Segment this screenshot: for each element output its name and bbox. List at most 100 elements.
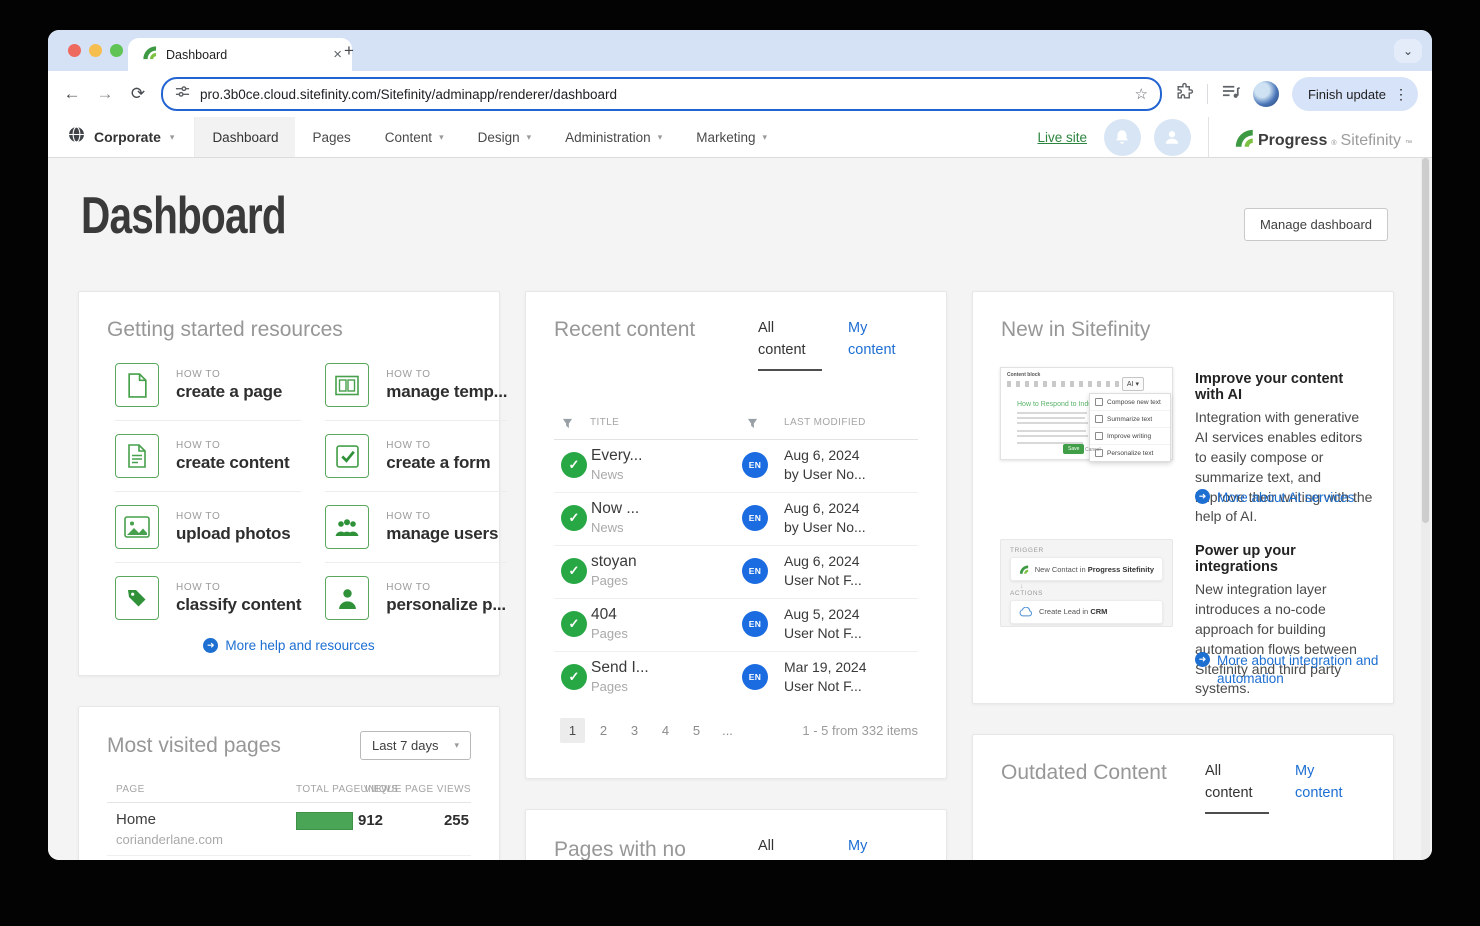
filter-icon[interactable] xyxy=(562,416,573,434)
chevron-down-icon: ▾ xyxy=(439,131,444,142)
extensions-puzzle-icon[interactable] xyxy=(1175,82,1194,106)
card-title: Pages with no SEO description xyxy=(554,838,686,860)
item-title[interactable]: Send I... xyxy=(591,659,649,677)
back-icon[interactable]: ← xyxy=(62,84,82,104)
howto-manage-templates[interactable]: HOW TO manage temp... xyxy=(325,350,507,421)
howto-create-content[interactable]: HOW TO create content xyxy=(115,421,302,492)
page-name[interactable]: Home xyxy=(116,811,156,828)
page-button-1[interactable]: 1 xyxy=(560,717,585,743)
howto-action: personalize p... xyxy=(386,594,506,614)
page-button-3[interactable]: 3 xyxy=(622,718,647,743)
howto-action: create a form xyxy=(386,452,491,472)
tab-close-icon[interactable]: × xyxy=(333,47,342,62)
page-button-5[interactable]: 5 xyxy=(684,718,709,743)
cloud-icon xyxy=(1019,606,1032,616)
nav-item-dashboard[interactable]: Dashboard xyxy=(195,117,296,157)
tab-my-content[interactable]: My content xyxy=(848,836,912,860)
nav-right-section: Live site Progress ® Sitefinity ™ xyxy=(1037,117,1432,157)
howto-upload-photos[interactable]: HOW TO upload photos xyxy=(115,492,302,563)
more-ai-services-link[interactable]: ➜ More about AI services xyxy=(1195,489,1380,507)
page-button-4[interactable]: 4 xyxy=(653,718,678,743)
logo-reg-mark: ® xyxy=(1331,139,1337,147)
maximize-window-button[interactable] xyxy=(110,44,123,57)
page-button-ellipsis[interactable]: ... xyxy=(715,718,740,743)
howto-manage-users[interactable]: HOW TO manage users xyxy=(325,492,508,563)
getting-started-card: Getting started resources HOW TO create a… xyxy=(78,291,507,676)
table-row[interactable]: ✓ stoyan Pages EN Aug 6, 2024 User Not F..… xyxy=(554,546,918,599)
modified-date: Mar 19, 2024 xyxy=(784,658,867,675)
chevron-down-icon: ▾ xyxy=(762,131,768,142)
profile-avatar[interactable] xyxy=(1252,81,1279,107)
item-title[interactable]: Every... xyxy=(591,447,642,465)
modified-date: Aug 6, 2024 xyxy=(784,499,860,516)
nav-item-label: Marketing xyxy=(696,129,756,145)
howto-personalize-pages[interactable]: HOW TO personalize p... xyxy=(325,563,507,633)
site-selector[interactable]: Corporate ▾ xyxy=(48,117,196,157)
url-text[interactable]: pro.3b0ce.cloud.sitefinity.com/Sitefinit… xyxy=(200,87,1124,102)
reading-list-icon[interactable] xyxy=(1221,83,1240,105)
modified-date: Aug 6, 2024 xyxy=(784,552,860,569)
tab-my-content[interactable]: My content xyxy=(848,318,912,371)
table-row[interactable]: ✓ 404 Pages EN Aug 5, 2024 User Not F... xyxy=(554,599,918,652)
tab-search-chevron-icon[interactable]: ⌄ xyxy=(1394,39,1422,63)
table-row[interactable]: Home corianderlane.com 912 255 xyxy=(107,803,471,856)
date-range-select[interactable]: Last 7 days ▾ xyxy=(359,731,471,760)
howto-create-a-form[interactable]: HOW TO create a form xyxy=(325,421,508,492)
forward-icon[interactable]: → xyxy=(95,84,115,104)
manage-dashboard-button[interactable]: Manage dashboard xyxy=(1243,208,1388,241)
modified-by: User Not F... xyxy=(784,571,862,588)
howto-action: create content xyxy=(176,452,290,472)
new-tab-button[interactable]: + xyxy=(344,41,354,61)
table-row[interactable]: ✓ Now ... News EN Aug 6, 2024 by User No..… xyxy=(554,493,918,546)
item-type: Pages xyxy=(591,678,628,694)
page-scrollbar[interactable] xyxy=(1421,158,1430,860)
feature-heading: Improve your content with AI xyxy=(1195,371,1344,403)
column-header-unique: UNIQUE PAGE VIEWS xyxy=(360,784,471,795)
filter-icon[interactable] xyxy=(747,416,758,434)
integrations-thumbnail[interactable]: TRIGGER New Contact in Progress Sitefini… xyxy=(1000,539,1173,627)
content-filter-tabs: All content My content xyxy=(758,318,912,371)
ai-feature-thumbnail[interactable]: Content block AI ▾ How to Respond to Ind… xyxy=(1000,367,1173,462)
live-site-link[interactable]: Live site xyxy=(1037,130,1087,145)
language-badge: EN xyxy=(742,557,768,584)
nav-item-marketing[interactable]: Marketing ▾ xyxy=(679,117,784,157)
minimize-window-button[interactable] xyxy=(89,44,102,57)
table-row[interactable]: ✓ Every... News EN Aug 6, 2024 by User No.… xyxy=(554,440,918,493)
more-help-link[interactable]: ➜ More help and resources xyxy=(79,638,499,653)
item-title[interactable]: Now ... xyxy=(591,500,639,518)
item-type: News xyxy=(591,519,624,535)
user-profile-button[interactable] xyxy=(1153,118,1191,156)
nav-item-design[interactable]: Design ▾ xyxy=(461,117,549,157)
browser-tab[interactable]: Dashboard × xyxy=(128,38,352,71)
nav-item-pages[interactable]: Pages xyxy=(295,117,367,157)
nav-item-content[interactable]: Content ▾ xyxy=(368,117,461,157)
site-info-icon[interactable] xyxy=(175,84,190,104)
scrollbar-thumb[interactable] xyxy=(1422,158,1429,524)
tab-my-content[interactable]: My content xyxy=(1295,761,1359,814)
tab-all-content[interactable]: All content xyxy=(1205,761,1269,814)
tab-all-content[interactable]: All content xyxy=(758,836,822,860)
nav-item-administration[interactable]: Administration ▾ xyxy=(548,117,679,157)
language-badge: EN xyxy=(742,451,768,478)
notifications-button[interactable] xyxy=(1103,118,1141,156)
reload-icon[interactable]: ⟳ xyxy=(128,84,148,104)
page-button-2[interactable]: 2 xyxy=(591,718,616,743)
menu-item: Compose new text xyxy=(1107,398,1161,406)
language-badge: EN xyxy=(742,504,768,531)
howto-action: classify content xyxy=(176,594,302,614)
table-row[interactable]: ✓ Send I... Pages EN Mar 19, 2024 User Not… xyxy=(554,652,918,704)
tab-all-content[interactable]: All content xyxy=(758,318,822,371)
howto-create-a-page[interactable]: HOW TO create a page xyxy=(115,350,302,421)
browser-menu-icon[interactable]: ⋮ xyxy=(1394,86,1409,103)
more-integration-link[interactable]: ➜ More about integration and automation xyxy=(1195,652,1380,688)
improve-icon xyxy=(1095,432,1103,440)
close-window-button[interactable] xyxy=(68,44,81,57)
finish-update-button[interactable]: Finish update ⋮ xyxy=(1291,77,1418,111)
item-title[interactable]: 404 xyxy=(591,606,628,624)
bookmark-star-icon[interactable]: ☆ xyxy=(1134,85,1147,103)
tab-title: Dashboard xyxy=(166,47,228,62)
address-bar[interactable]: pro.3b0ce.cloud.sitefinity.com/Sitefinit… xyxy=(161,77,1162,111)
language-badge: EN xyxy=(742,663,768,690)
howto-classify-content[interactable]: HOW TO classify content xyxy=(115,563,301,633)
item-title[interactable]: stoyan xyxy=(591,553,637,571)
